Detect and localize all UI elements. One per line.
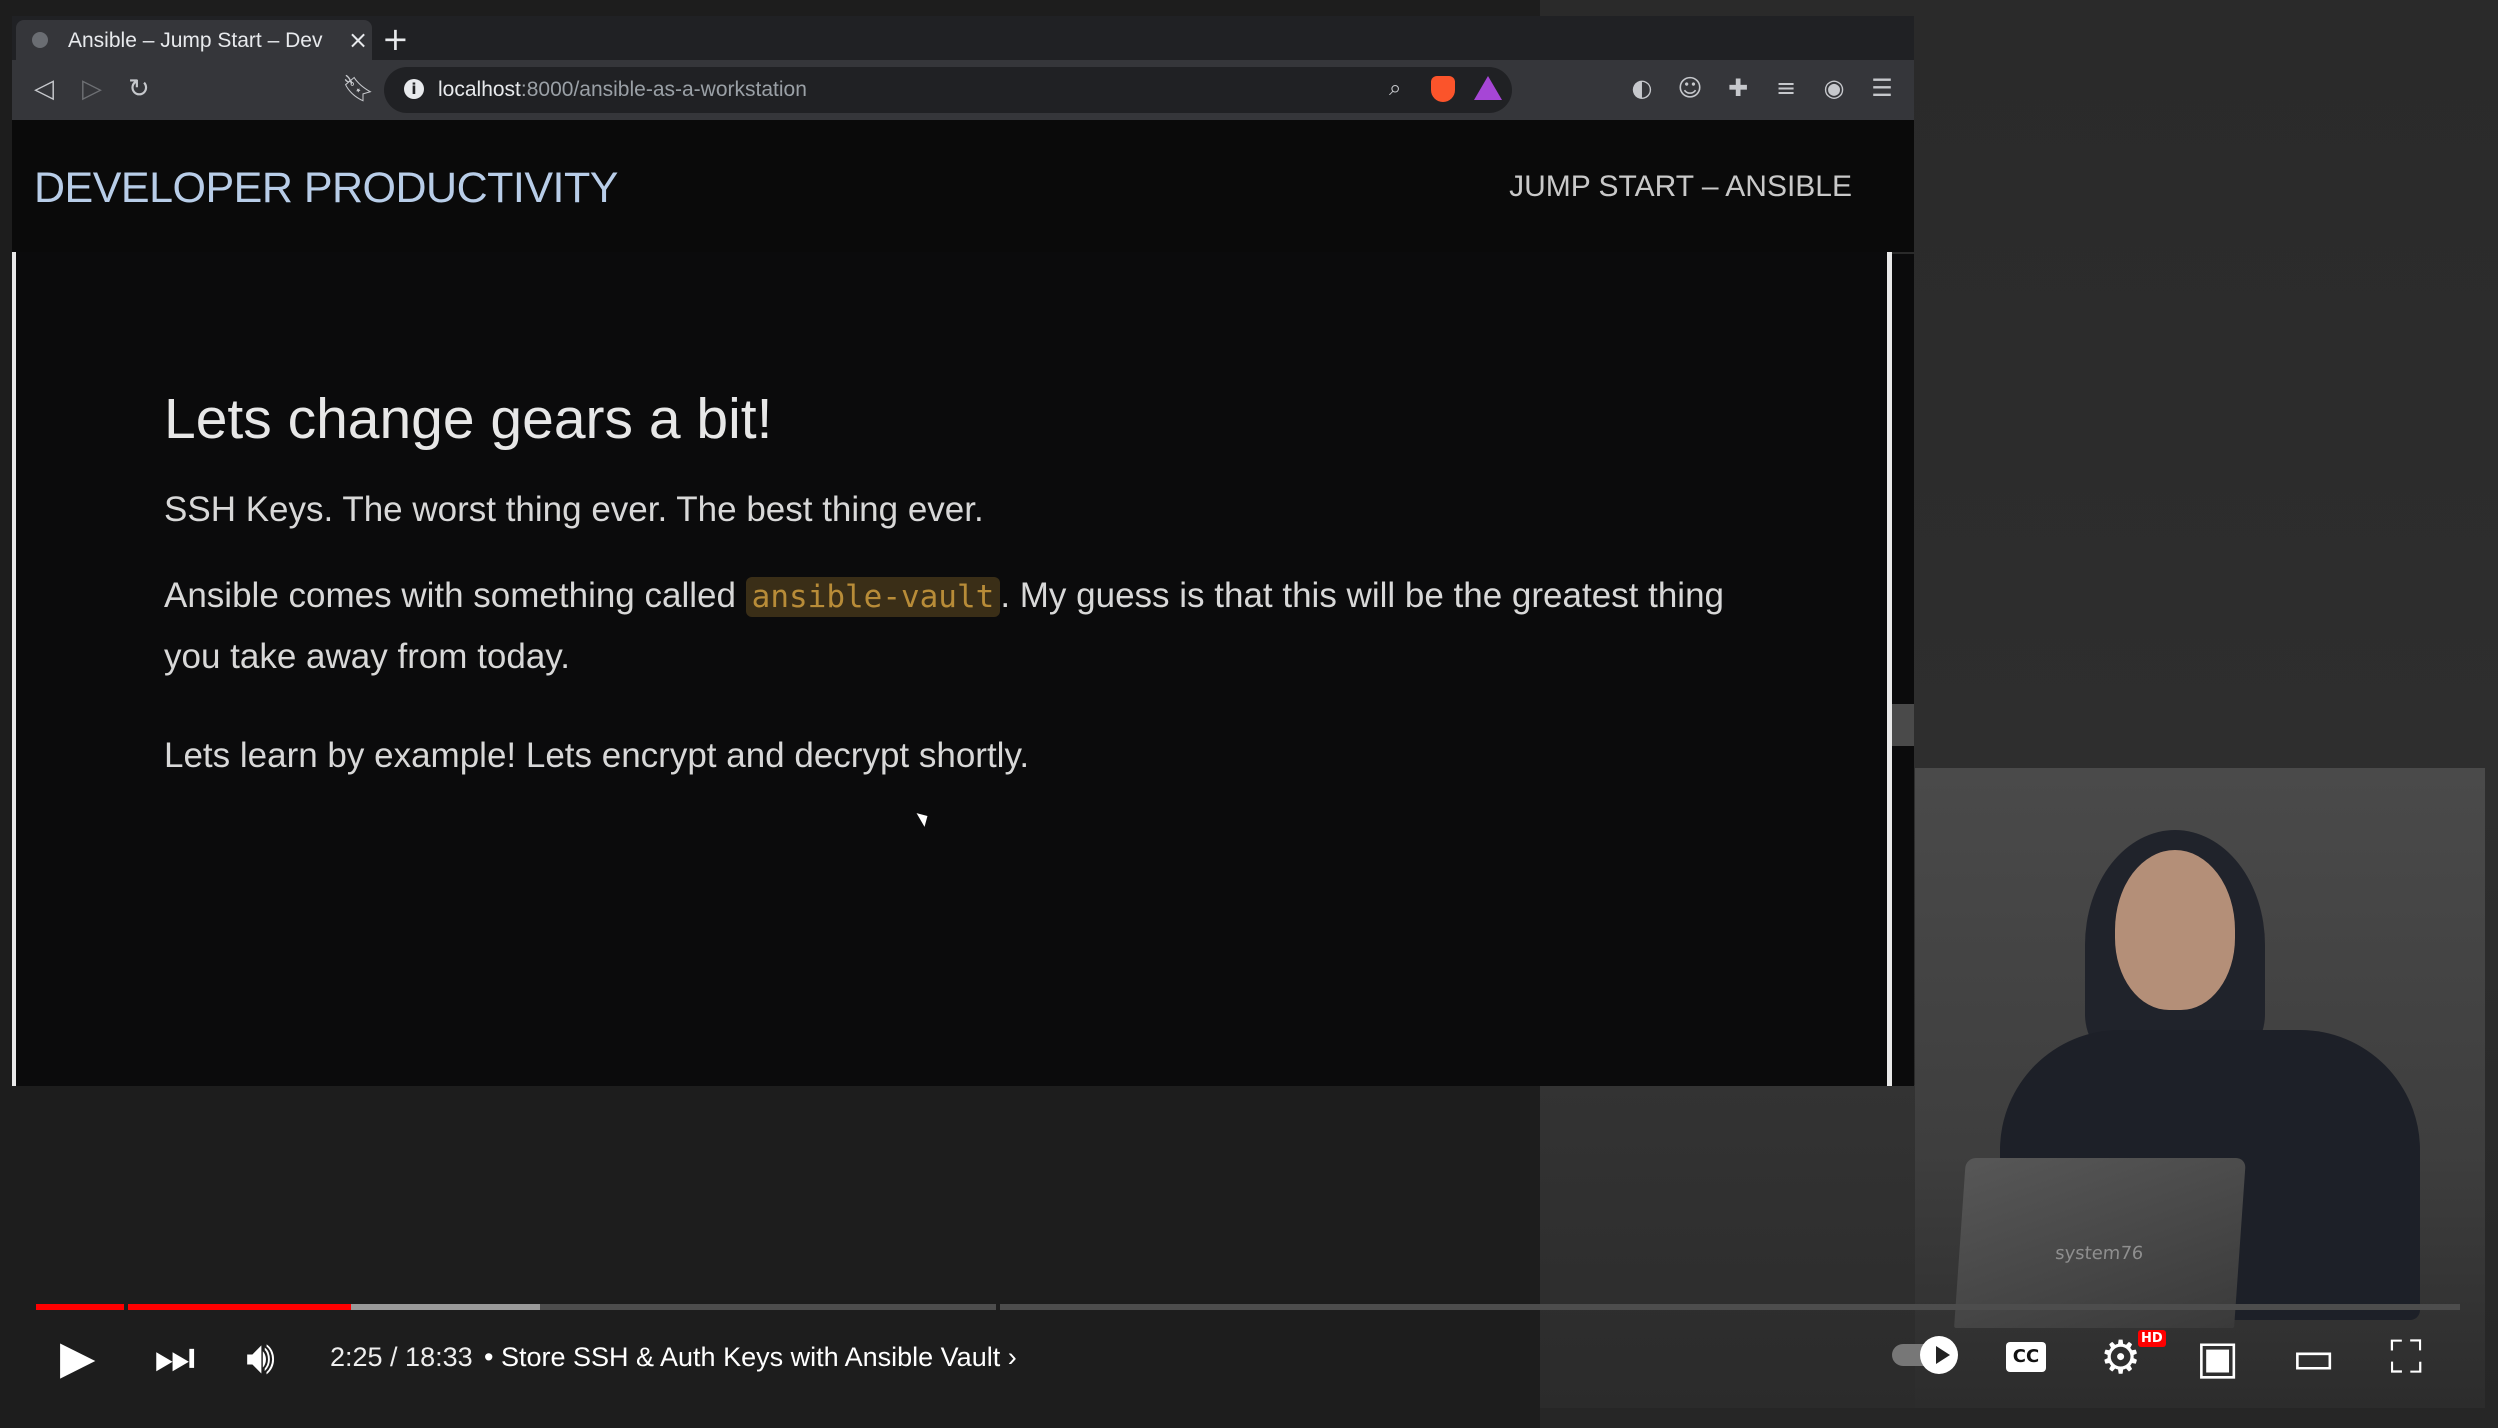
hd-badge: HD <box>2138 1330 2166 1347</box>
laptop-logo: system76 <box>2054 1243 2144 1264</box>
laptop: system76 <box>1954 1158 2246 1328</box>
site-header: DEVELOPER PRODUCTIVITY JUMP START – ANSI… <box>12 120 1914 254</box>
fullscreen-icon[interactable]: ⛶ <box>2390 1332 2422 1382</box>
slide-heading: Lets change gears a bit! <box>164 387 773 451</box>
brave-shields-icon[interactable] <box>1431 76 1455 102</box>
slide-paragraph-1: SSH Keys. The worst thing ever. The best… <box>164 490 984 529</box>
menu-icon[interactable]: ☰ <box>1868 74 1896 102</box>
browser-tab[interactable]: Ansible – Jump Start – Dev × <box>16 20 372 60</box>
bookmark-icon[interactable]: 🔖︎ <box>342 74 375 104</box>
nav-link-jump-start[interactable]: JUMP START – ANSIBLE <box>1509 170 1852 204</box>
zoom-icon[interactable]: ⌕ <box>1389 76 1401 101</box>
reload-icon[interactable]: ↻ <box>128 74 150 104</box>
browser-toolbar: ◁ ▷ ↻ 🔖︎ i localhost:8000/ansible-as-a-w… <box>12 60 1914 120</box>
miniplayer-icon[interactable]: ▣ <box>2196 1332 2239 1382</box>
slide-paragraph-2: Ansible comes with something called ansi… <box>164 566 1774 686</box>
brave-rewards-icon[interactable] <box>1474 76 1502 100</box>
scrollbar-thumb[interactable] <box>1892 704 1914 746</box>
slide-paragraph-3: Lets learn by example! Lets encrypt and … <box>164 736 1030 775</box>
volume-icon[interactable]: 🔊︎ <box>246 1332 275 1382</box>
tab-title: Ansible – Jump Start – Dev <box>68 29 323 52</box>
chapter-label: • Store SSH & Auth Keys with Ansible Vau… <box>484 1342 1001 1372</box>
site-brand[interactable]: DEVELOPER PRODUCTIVITY <box>34 164 618 213</box>
new-tab-icon[interactable]: + <box>382 20 409 58</box>
url-text[interactable]: localhost:8000/ansible-as-a-workstation <box>438 78 807 102</box>
webcam-desk <box>1540 1085 1920 1408</box>
inline-code: ansible-vault <box>745 577 1001 617</box>
close-icon[interactable]: × <box>348 26 368 54</box>
chapter-title[interactable]: • Store SSH & Auth Keys with Ansible Vau… <box>484 1342 1017 1373</box>
theater-mode-icon[interactable]: ▭ <box>2292 1332 2335 1382</box>
back-icon[interactable]: ◁ <box>34 74 54 104</box>
presenter-face <box>2115 850 2235 1010</box>
reading-list-icon[interactable]: ≡ <box>1772 74 1800 102</box>
next-icon[interactable]: ⏭ <box>154 1332 195 1382</box>
url-host: localhost <box>438 78 521 101</box>
globe-icon <box>32 32 48 48</box>
tab-strip: Ansible – Jump Start – Dev × + <box>12 16 1914 60</box>
info-icon[interactable]: i <box>404 79 424 99</box>
play-icon[interactable]: ▶ <box>60 1332 95 1382</box>
forward-icon[interactable]: ▷ <box>82 74 102 104</box>
chapter-marker <box>996 1302 1000 1312</box>
chapter-marker <box>124 1302 128 1312</box>
progress-played <box>36 1304 351 1310</box>
settings-gear-icon[interactable]: ⚙ <box>2100 1332 2141 1382</box>
profile-avatar-icon[interactable]: ◉ <box>1820 74 1848 102</box>
time-display: 2:25 / 18:33 <box>330 1342 473 1372</box>
extension-icon-2[interactable]: ☺ <box>1676 74 1704 102</box>
address-bar[interactable]: i localhost:8000/ansible-as-a-workstatio… <box>384 67 1512 113</box>
extensions-puzzle-icon[interactable]: ✚ <box>1724 74 1752 102</box>
subtitles-button[interactable]: CC <box>2006 1342 2046 1372</box>
paragraph-text: Ansible comes with something called <box>164 576 746 615</box>
slide: Lets change gears a bit! SSH Keys. The w… <box>12 252 1892 1086</box>
extension-icon[interactable]: ◐ <box>1628 74 1656 102</box>
url-path: :8000/ansible-as-a-workstation <box>520 78 807 101</box>
autoplay-play-icon <box>1936 1346 1950 1364</box>
browser-window: Ansible – Jump Start – Dev × + ◁ ▷ ↻ 🔖︎ … <box>12 16 1914 1086</box>
